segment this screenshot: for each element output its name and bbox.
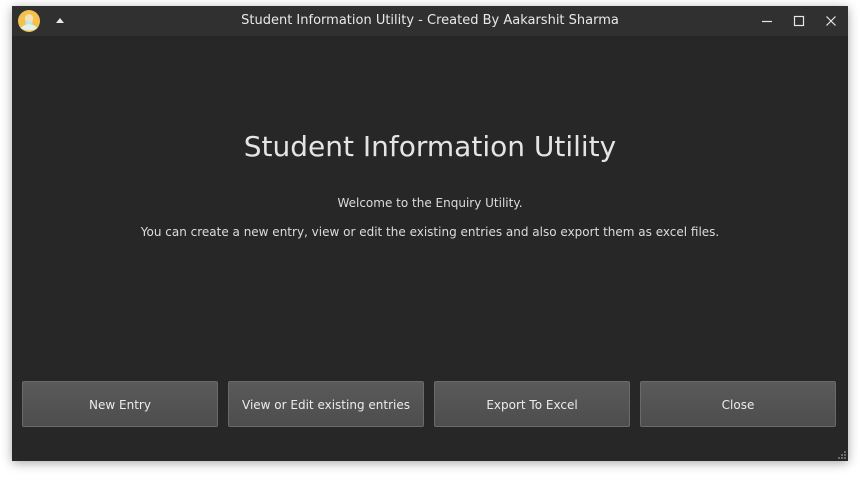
resize-grip-icon[interactable] (835, 448, 847, 460)
minimize-icon[interactable] (759, 13, 775, 29)
view-edit-entries-button[interactable]: View or Edit existing entries (228, 381, 424, 427)
maximize-icon[interactable] (791, 13, 807, 29)
close-button[interactable]: Close (640, 381, 836, 427)
window-title: Student Information Utility - Created By… (241, 13, 619, 28)
title-bar[interactable]: Student Information Utility - Created By… (12, 6, 848, 36)
close-icon[interactable] (823, 13, 839, 29)
description-text: You can create a new entry, view or edit… (140, 225, 720, 239)
main-window: Student Information Utility - Created By… (12, 6, 848, 461)
page-title: Student Information Utility (243, 130, 617, 163)
export-excel-button[interactable]: Export To Excel (434, 381, 630, 427)
welcome-text: Welcome to the Enquiry Utility. (337, 196, 523, 210)
new-entry-button[interactable]: New Entry (22, 381, 218, 427)
